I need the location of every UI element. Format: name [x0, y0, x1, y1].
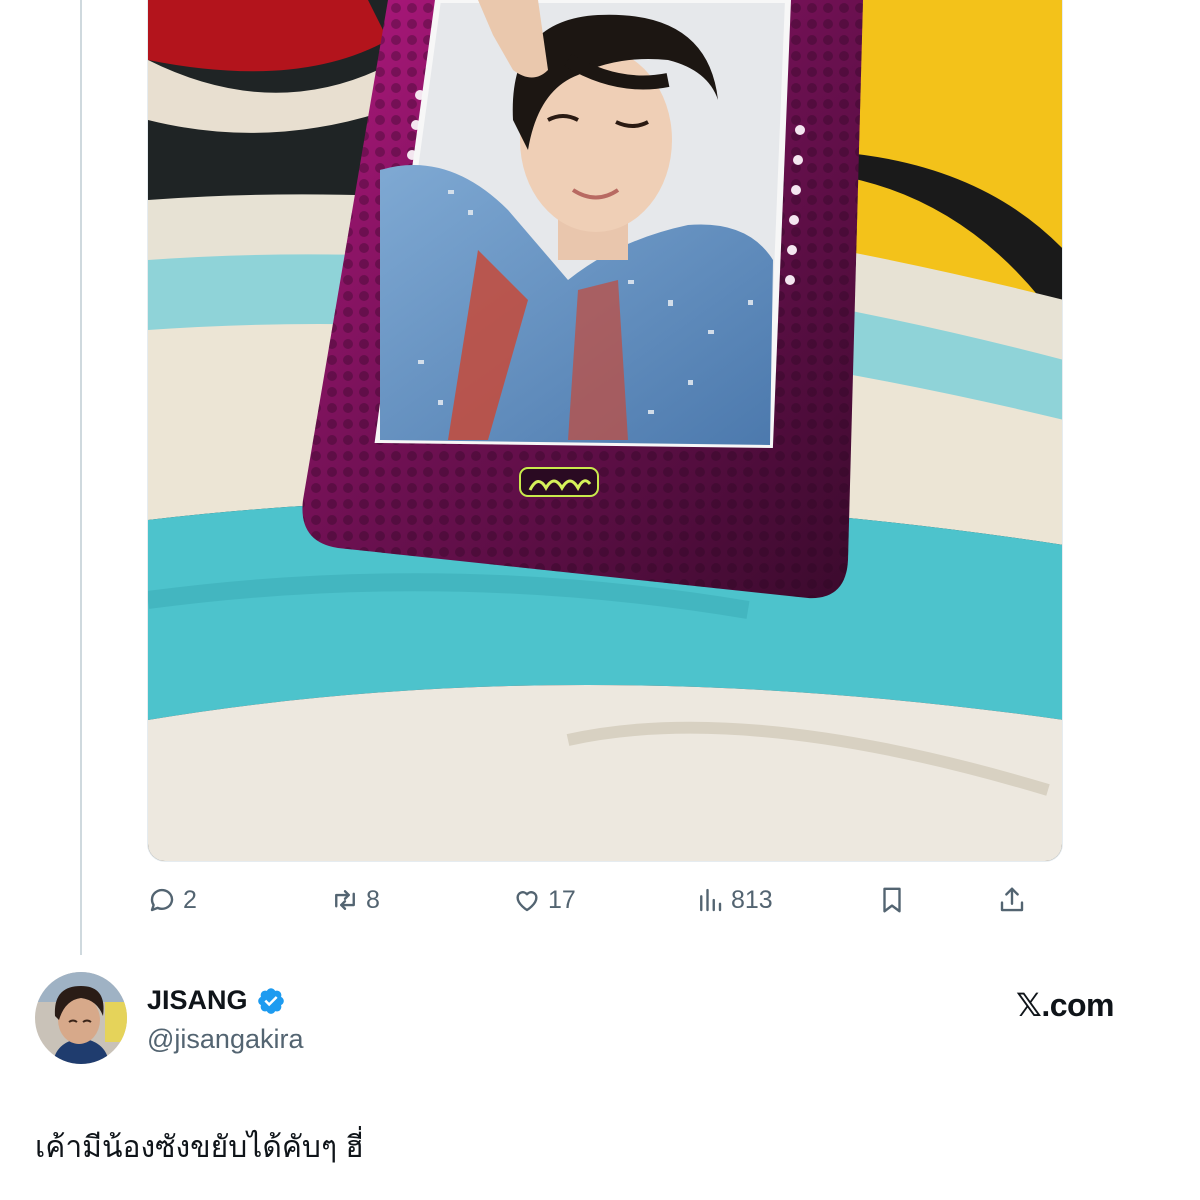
share-icon	[1000, 887, 1024, 912]
avatar-photo	[35, 972, 127, 1064]
tweet-media-image[interactable]	[147, 0, 1063, 862]
x-brand-logo: 𝕏.com	[1016, 987, 1114, 1023]
reply-icon	[150, 888, 174, 912]
author-avatar[interactable]	[35, 972, 127, 1064]
reply-button[interactable]: 2	[147, 880, 197, 920]
photo	[148, 0, 1062, 861]
verified-badge-icon	[256, 986, 286, 1016]
views-button[interactable]: 813	[695, 880, 773, 920]
views-count: 813	[731, 885, 773, 914]
tweet-text: เค้ามีน้องซังขยับได้คับๆ ฮี่	[35, 1131, 364, 1164]
retweet-count: 8	[366, 885, 380, 914]
like-count: 17	[548, 885, 576, 914]
author-name-row: JISANG	[147, 985, 286, 1016]
thread-line	[80, 0, 82, 955]
bookmark-icon	[883, 887, 901, 913]
share-button[interactable]	[997, 880, 1027, 920]
tweet-actions-bar: 2 8 17 813	[147, 880, 1037, 920]
views-icon	[700, 888, 722, 912]
author-display-name[interactable]: JISANG	[147, 985, 248, 1016]
author-handle[interactable]: @jisangakira	[147, 1024, 303, 1055]
like-button[interactable]: 17	[512, 880, 576, 920]
heart-icon	[516, 891, 538, 912]
retweet-icon	[335, 890, 355, 910]
retweet-button[interactable]: 8	[330, 880, 380, 920]
bookmark-button[interactable]	[877, 880, 907, 920]
reply-count: 2	[183, 885, 197, 914]
